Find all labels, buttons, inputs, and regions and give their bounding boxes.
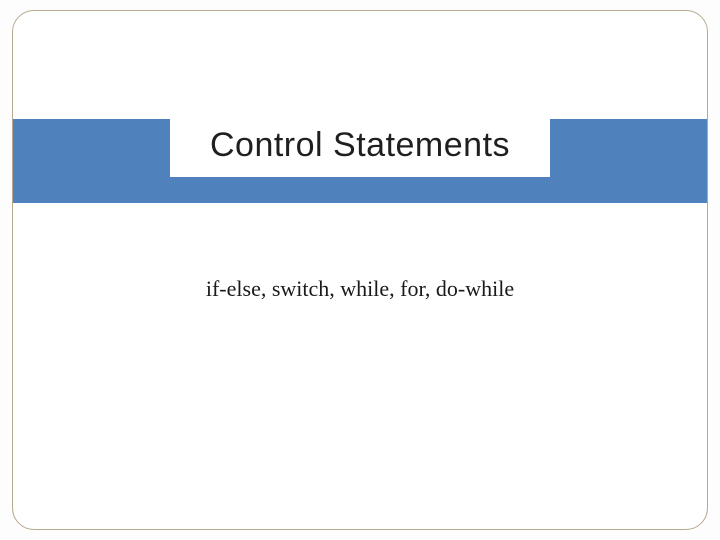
title-box: Control Statements [170, 118, 550, 177]
title-band: Control Statements [13, 119, 707, 203]
slide-frame: Control Statements if-else, switch, whil… [12, 10, 708, 530]
slide-title: Control Statements [210, 126, 510, 165]
slide-subtitle: if-else, switch, while, for, do-while [13, 276, 707, 302]
